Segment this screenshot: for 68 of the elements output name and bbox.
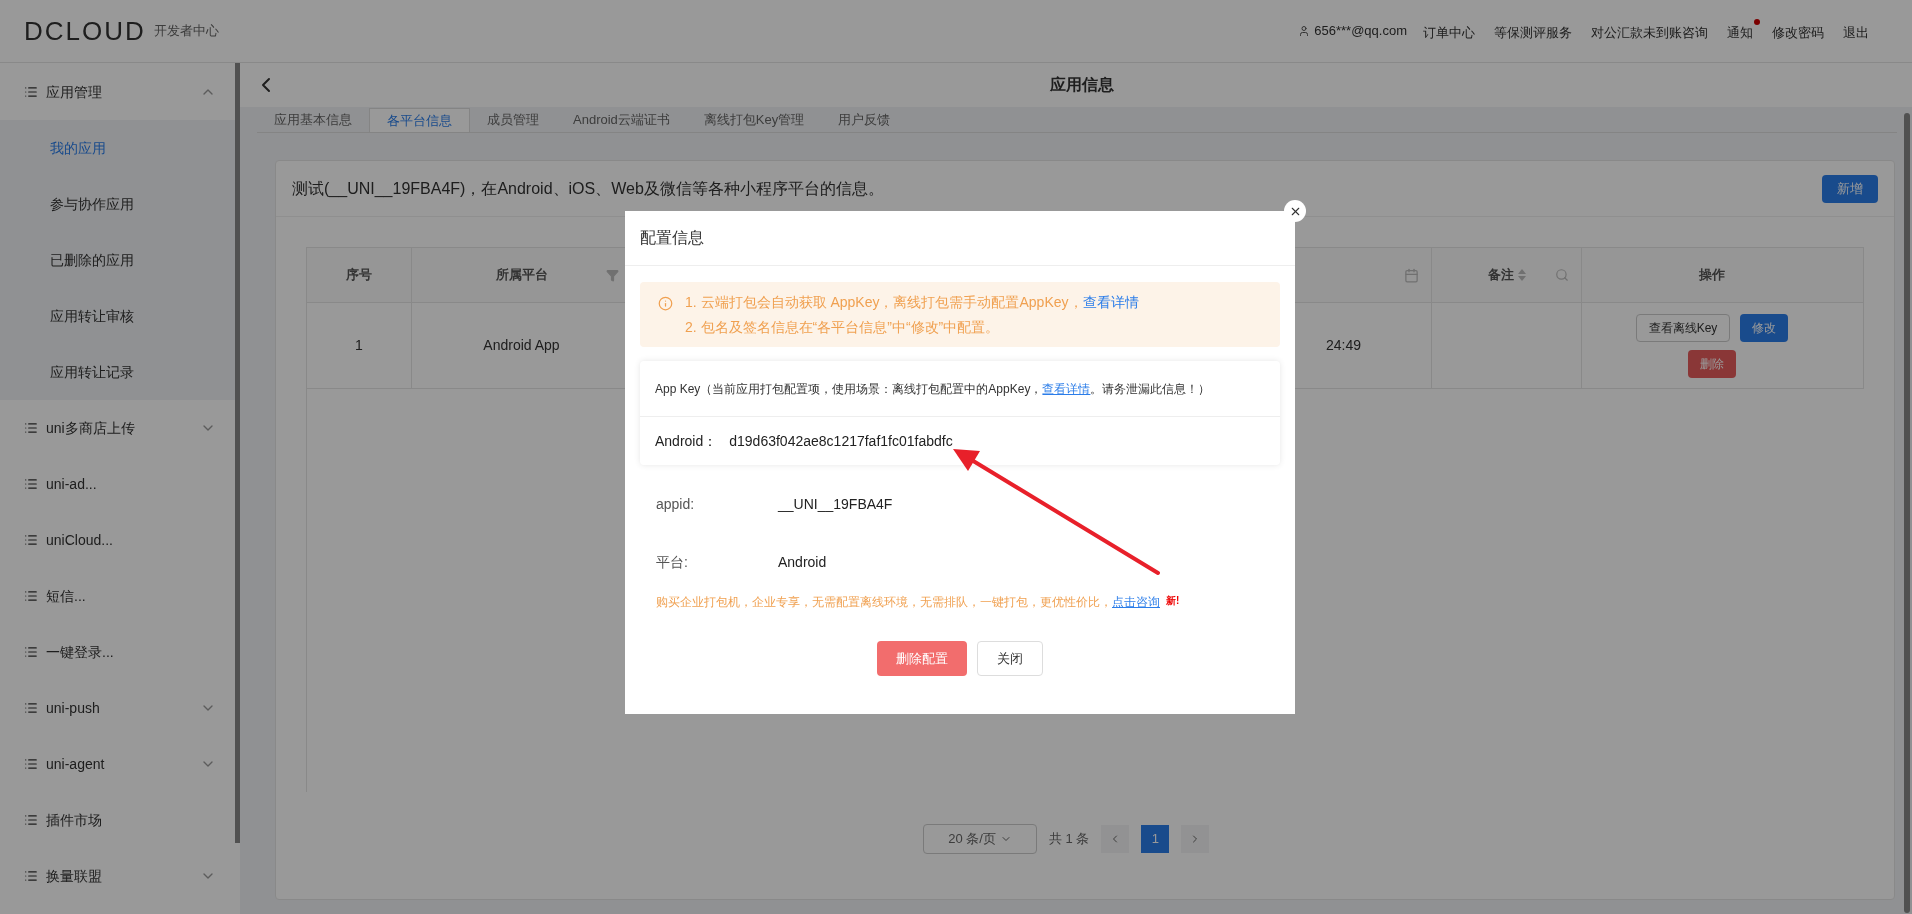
tab[interactable]: 用户反馈 bbox=[821, 108, 908, 132]
list-icon bbox=[24, 589, 38, 603]
appkey-label: Android： bbox=[655, 431, 718, 451]
calendar-icon[interactable] bbox=[1404, 267, 1419, 283]
promo-text: 购买企业打包机，企业专享，无需配置离线环境，无需排队，一键打包，更优性价比，点击咨询 bbox=[656, 594, 1160, 611]
action-button[interactable]: 修改 bbox=[1740, 313, 1789, 342]
action-button[interactable]: 删除 bbox=[1688, 349, 1736, 378]
details-link[interactable]: 查看详情 bbox=[1082, 294, 1139, 310]
list-icon bbox=[24, 421, 38, 435]
next-page-button[interactable] bbox=[1181, 825, 1210, 853]
column-header: 备注 bbox=[1487, 266, 1514, 285]
tab[interactable]: Android云端证书 bbox=[556, 108, 687, 132]
field-label: 平台: bbox=[656, 552, 689, 572]
logo[interactable]: DCLOUD bbox=[24, 11, 146, 51]
list-icon bbox=[24, 477, 38, 491]
user-icon bbox=[1298, 25, 1311, 37]
notice-line: 2. 包名及签名信息在“各平台信息”中“修改”中配置。 bbox=[685, 318, 1001, 337]
notice-line: 1. 云端打包会自动获取 AppKey，离线打包需手动配置AppKey，查看详情 bbox=[685, 293, 1139, 312]
table-cell-text: Android App bbox=[483, 336, 560, 355]
tab[interactable]: 成员管理 bbox=[470, 108, 556, 132]
info-icon bbox=[658, 296, 673, 311]
page-title: 应用信息 bbox=[1050, 75, 1114, 95]
page-button[interactable]: 1 bbox=[1141, 825, 1170, 853]
column-header: 所属平台 bbox=[495, 266, 548, 285]
list-icon bbox=[24, 533, 38, 547]
field-label: appid: bbox=[656, 494, 696, 514]
column-header: 序号 bbox=[346, 266, 372, 285]
list-icon bbox=[24, 869, 38, 883]
filter-icon[interactable] bbox=[606, 268, 619, 282]
table-cell-text: 24:49 bbox=[1325, 336, 1361, 355]
consult-link[interactable]: 点击咨询 bbox=[1112, 595, 1160, 609]
search-icon[interactable] bbox=[1555, 268, 1569, 282]
page-size-select[interactable]: 20 条/页 bbox=[923, 824, 1037, 854]
action-button[interactable]: 查看离线Key bbox=[1635, 313, 1731, 342]
tab[interactable]: 各平台信息 bbox=[369, 108, 470, 132]
sidebar-item[interactable]: 换量联盟 bbox=[0, 848, 240, 904]
header-link[interactable]: 通知 bbox=[1727, 19, 1760, 43]
dialog-title: 配置信息 bbox=[640, 228, 704, 248]
list-icon bbox=[24, 701, 38, 715]
site-subtitle: 开发者中心 bbox=[153, 22, 219, 41]
column-header: 操作 bbox=[1699, 266, 1725, 285]
list-icon bbox=[24, 757, 38, 771]
list-icon bbox=[24, 645, 38, 659]
header-link[interactable]: 等保测评服务 bbox=[1494, 19, 1579, 43]
tab[interactable]: 应用基本信息 bbox=[257, 108, 369, 132]
card-title: 测试(__UNI__19FBA4F)，在Android、iOS、Web及微信等各种小程序平台的信息。 bbox=[292, 178, 885, 200]
scrollbar[interactable] bbox=[235, 63, 240, 843]
details-link[interactable]: 查看详情 bbox=[1042, 379, 1091, 398]
list-icon bbox=[24, 85, 38, 99]
user-email[interactable]: 656***@qq.com bbox=[1314, 21, 1407, 41]
table-cell-text: 1 bbox=[355, 336, 363, 355]
header-link[interactable]: 退出 bbox=[1843, 19, 1876, 43]
header-link[interactable]: 修改密码 bbox=[1772, 19, 1831, 43]
field-value: __UNI__19FBA4F bbox=[778, 494, 893, 514]
tab[interactable]: 离线打包Key管理 bbox=[686, 108, 822, 132]
header-link[interactable]: 对公汇款未到账咨询 bbox=[1591, 19, 1715, 43]
new-label: 新! bbox=[1166, 594, 1180, 608]
sort-icon[interactable] bbox=[1517, 269, 1526, 281]
field-value: Android bbox=[778, 552, 827, 572]
appkey-value: d19d63f042ae8c1217faf1fc01fabdfc bbox=[729, 431, 953, 451]
scrollbar[interactable] bbox=[1904, 113, 1910, 913]
dialog-button[interactable]: 关闭 bbox=[977, 641, 1043, 676]
header-link[interactable]: 订单中心 bbox=[1423, 19, 1482, 43]
add-button[interactable]: 新增 bbox=[1822, 174, 1878, 203]
total-count: 共 1 条 bbox=[1049, 830, 1090, 849]
list-icon bbox=[24, 813, 38, 827]
prev-page-button[interactable] bbox=[1101, 825, 1130, 853]
appkey-note: App Key（当前应用打包配置项，使用场景：离线打包配置中的AppKey，查看详情。请务泄漏此信息！） bbox=[640, 361, 1280, 417]
